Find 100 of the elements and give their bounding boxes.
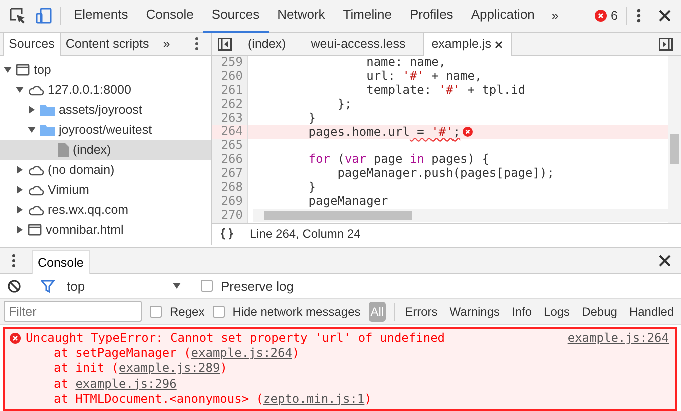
navigator-tab[interactable]: Sources (3, 33, 61, 56)
panel-tab[interactable]: Timeline (334, 0, 401, 32)
tree-item[interactable]: top (0, 60, 211, 80)
stack-frame: at HTMLDocument.<anonymous> (zepto.min.js:1) (9, 392, 675, 407)
expanded-triangle-icon[interactable] (4, 66, 12, 74)
preserve-log-label: Preserve log (221, 278, 294, 296)
context-selector[interactable]: top (63, 276, 181, 296)
stack-frame: at example.js:296 (9, 376, 675, 392)
line-number: 263 (212, 112, 248, 126)
tree-item[interactable]: (index) (0, 140, 211, 160)
close-icon[interactable] (659, 10, 671, 22)
clear-console-icon[interactable] (8, 280, 21, 293)
hide-network-checkbox[interactable] (212, 306, 225, 318)
panel-tab[interactable]: Application (462, 0, 544, 32)
collapsed-triangle-icon[interactable] (28, 106, 36, 114)
drawer-tab[interactable]: Console (32, 250, 90, 274)
file-tab[interactable]: (index) (240, 33, 296, 56)
code-text: pages.home.url = '#'; (251, 125, 668, 140)
sidebar-toggle-icon[interactable] (218, 38, 232, 50)
tree-item[interactable]: Vimium (0, 180, 211, 200)
source-link[interactable]: example.js:296 (76, 376, 177, 391)
frame-icon (16, 64, 30, 76)
level-filter[interactable]: Warnings (448, 302, 502, 322)
vertical-scrollbar[interactable] (668, 56, 681, 223)
code-text: } (308, 181, 318, 195)
collapsed-triangle-icon[interactable] (16, 186, 24, 194)
collapsed-triangle-icon[interactable] (16, 166, 24, 174)
code-text: }; (336, 98, 354, 112)
level-filter[interactable]: Debug (580, 302, 620, 322)
regex-label: Regex (170, 304, 205, 321)
level-filter[interactable]: Info (510, 302, 534, 322)
tree-item[interactable]: vomnibar.html (0, 220, 211, 240)
tree-item[interactable]: res.wx.qq.com (0, 200, 211, 220)
panel-tab[interactable]: Network (268, 0, 334, 32)
source-link[interactable]: zepto.min.js:1 (264, 392, 365, 406)
preserve-log-checkbox[interactable] (201, 280, 213, 292)
code-text: } (308, 112, 318, 126)
caret-icon (173, 283, 181, 290)
line-number: 265 (212, 139, 248, 154)
code-text: pageManager (308, 194, 390, 209)
level-filter[interactable]: Handled (627, 302, 676, 322)
line-number: 269 (212, 194, 248, 209)
line-number: 268 (212, 181, 248, 195)
tree-item[interactable]: (no domain) (0, 160, 211, 180)
code-text: template: '#' + tpl.id (366, 84, 527, 98)
code-text: pageManager.push(pages[page]); (336, 167, 556, 182)
collapsed-triangle-icon[interactable] (16, 206, 24, 214)
error-counter[interactable]: 6 (595, 6, 618, 26)
expanded-triangle-icon[interactable] (28, 126, 36, 134)
pretty-print-icon[interactable] (220, 228, 234, 240)
stack-frame: at setPageManager (example.js:264) (9, 346, 675, 362)
sidebar-toggle-icon[interactable] (659, 38, 673, 50)
panel-tab[interactable]: Elements (65, 0, 138, 32)
level-filter[interactable]: Logs (542, 302, 572, 322)
error-icon (595, 10, 608, 22)
code-text: name: name, (366, 56, 448, 70)
cloud-icon (28, 84, 44, 96)
tree-item[interactable]: assets/joyroost (0, 100, 211, 120)
frame-icon (28, 224, 42, 236)
collapsed-triangle-icon[interactable] (16, 226, 24, 234)
error-icon (462, 127, 473, 138)
level-filter[interactable]: Errors (403, 302, 440, 322)
source-link[interactable]: example.js:264 (568, 330, 669, 346)
tree-item[interactable]: 127.0.0.1:8000 (0, 80, 211, 100)
file-tab[interactable]: weui-access.less (303, 33, 415, 56)
cloud-icon (28, 164, 44, 176)
regex-checkbox[interactable] (150, 306, 162, 318)
source-link[interactable]: example.js:264 (191, 346, 292, 360)
close-icon[interactable] (495, 40, 504, 48)
cloud-icon (28, 184, 44, 196)
more-tabs-chevron[interactable]: » (544, 6, 567, 26)
file-tab[interactable]: example.js (422, 33, 512, 56)
kebab-menu-icon[interactable] (12, 254, 16, 268)
cursor-position: Line 264, Column 24 (250, 226, 361, 244)
expanded-triangle-icon[interactable] (16, 86, 24, 94)
folder-icon (40, 124, 55, 136)
inspect-icon[interactable] (10, 8, 26, 24)
device-icon[interactable] (36, 8, 52, 24)
horizontal-scrollbar[interactable] (253, 208, 668, 222)
line-number: 261 (212, 84, 248, 98)
kebab-menu-icon[interactable] (637, 9, 641, 23)
line-number: 260 (212, 70, 248, 84)
filter-icon[interactable] (41, 280, 55, 293)
close-icon[interactable] (659, 254, 671, 267)
source-link[interactable]: example.js:289 (119, 361, 220, 376)
panel-tab[interactable]: Console (137, 0, 203, 32)
cloud-icon (28, 204, 44, 216)
panel-tab[interactable]: Profiles (400, 0, 462, 32)
more-tabs-chevron[interactable]: » (155, 33, 178, 55)
line-number: 267 (212, 167, 248, 182)
navigator-tab[interactable]: Content scripts (60, 33, 156, 56)
kebab-menu-icon[interactable] (195, 37, 199, 51)
file-icon (58, 143, 69, 157)
error-icon (10, 332, 21, 344)
line-number: 259 (212, 56, 248, 70)
stack-frame: at init (example.js:289) (9, 361, 675, 377)
code-text: for (var page in pages) { (308, 153, 490, 168)
filter-field[interactable]: Filter (4, 301, 142, 322)
folder-icon (40, 104, 55, 116)
tree-item[interactable]: joyroost/weuitest (0, 120, 211, 140)
